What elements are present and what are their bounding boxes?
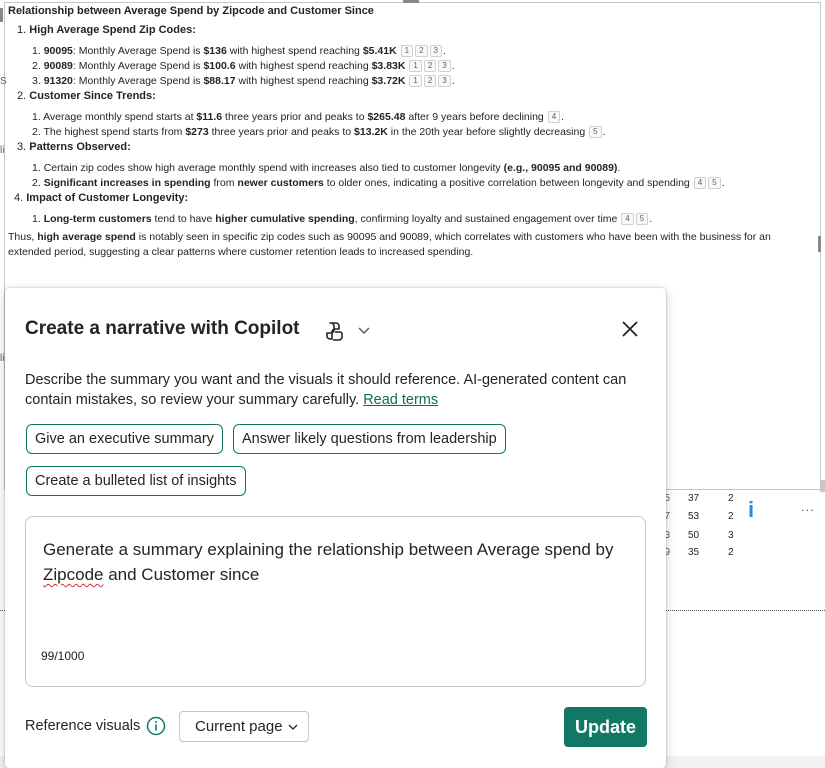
list-item: 1. Long-term customers tend to have high… <box>32 213 653 226</box>
citation-link[interactable]: 1 <box>400 45 414 58</box>
suggestion-chip-executive-summary[interactable]: Give an executive summary <box>26 424 223 454</box>
list-item: 1. 90095: Monthly Average Spend is $136 … <box>32 45 446 58</box>
citation-link[interactable]: 3 <box>438 60 451 73</box>
spellcheck-word: Zipcode <box>43 565 104 584</box>
table-row: 9 35 2 <box>664 547 734 557</box>
scrollbar[interactable] <box>820 480 825 492</box>
section-heading: 4. Impact of Customer Longevity: <box>14 192 189 204</box>
section-items: 1. Long-term customers tend to have high… <box>32 212 818 227</box>
report-title: Relationship between Average Spend by Zi… <box>8 5 374 17</box>
citation-link[interactable]: 3 <box>429 45 442 58</box>
citation-link[interactable]: 3 <box>438 75 451 88</box>
conclusion-paragraph: Thus, high average spend is notably seen… <box>8 231 771 258</box>
info-icon[interactable] <box>146 716 166 736</box>
suggestion-chip-leadership-questions[interactable]: Answer likely questions from leadership <box>233 424 506 454</box>
left-fragment: li <box>0 145 5 156</box>
citation-link[interactable]: 4 <box>693 177 707 190</box>
citation-link[interactable]: 4 <box>547 111 561 124</box>
list-item: 2. The highest spend starts from $273 th… <box>32 126 606 139</box>
copilot-narrative-dialog: Create a narrative with Copilot Describe… <box>5 288 666 768</box>
prompt-text[interactable]: Generate a summary explaining the relati… <box>43 537 638 587</box>
citation-link[interactable]: 5 <box>635 213 649 226</box>
info-icon[interactable]: i <box>748 497 754 523</box>
dialog-description: Describe the summary you want and the vi… <box>25 372 627 408</box>
reference-visuals-label: Reference visuals <box>25 718 141 734</box>
selection-handle-right[interactable] <box>818 236 821 252</box>
list-item: 1. Average monthly spend starts at $11.6… <box>32 111 565 124</box>
section-items: 1. Average monthly spend starts at $11.6… <box>32 110 818 140</box>
citation-link[interactable]: 1 <box>409 60 422 73</box>
read-terms-link[interactable]: Read terms <box>363 392 438 408</box>
citation-link[interactable]: 2 <box>415 45 428 58</box>
more-options-icon[interactable]: ... <box>801 499 815 514</box>
list-item: 3. 91320: Monthly Average Spend is $88.1… <box>32 75 455 88</box>
table-row: 7 53 2 <box>664 511 734 522</box>
left-fragment: S <box>0 76 7 87</box>
list-item: 2. 90089: Monthly Average Spend is $100.… <box>32 60 455 73</box>
chevron-down-icon <box>288 724 298 730</box>
citation-link[interactable]: 2 <box>423 75 437 88</box>
reference-visuals-dropdown[interactable]: Current page <box>179 711 309 742</box>
citation-link[interactable]: 4 <box>621 213 634 226</box>
close-icon[interactable] <box>619 318 641 340</box>
section-heading: 2. Customer Since Trends: <box>17 90 156 102</box>
suggestion-chip-bulleted-insights[interactable]: Create a bulleted list of insights <box>26 466 246 496</box>
narrative-report: Relationship between Average Spend by Zi… <box>8 4 818 260</box>
table-row: 5 37 2 <box>664 493 734 504</box>
update-button[interactable]: Update <box>564 707 647 747</box>
list-item: 2. Significant increases in spending fro… <box>32 177 725 190</box>
selection-handle-top[interactable] <box>403 0 419 3</box>
left-fragment: li <box>0 353 5 364</box>
character-count: 99/1000 <box>41 649 85 663</box>
section-items: 1. Certain zip codes show high average m… <box>32 161 818 191</box>
citation-link[interactable]: 1 <box>409 75 422 88</box>
chevron-down-icon[interactable] <box>357 323 371 337</box>
section-heading: 3. Patterns Observed: <box>17 141 131 153</box>
section-heading: 1. High Average Spend Zip Codes: <box>17 24 196 36</box>
citation-link[interactable]: 2 <box>423 60 437 73</box>
selection-handle-left[interactable] <box>0 8 3 22</box>
table-row: 3 50 3 <box>664 530 734 541</box>
section-items: 1. 90095: Monthly Average Spend is $136 … <box>32 44 818 89</box>
dialog-title: Create a narrative with Copilot <box>25 318 300 339</box>
list-item: 1. Certain zip codes show high average m… <box>32 162 621 174</box>
citation-link[interactable]: 5 <box>708 177 721 190</box>
copilot-icon[interactable] <box>323 320 345 342</box>
citation-link[interactable]: 5 <box>589 126 602 139</box>
prompt-textarea[interactable]: Generate a summary explaining the relati… <box>25 516 646 687</box>
